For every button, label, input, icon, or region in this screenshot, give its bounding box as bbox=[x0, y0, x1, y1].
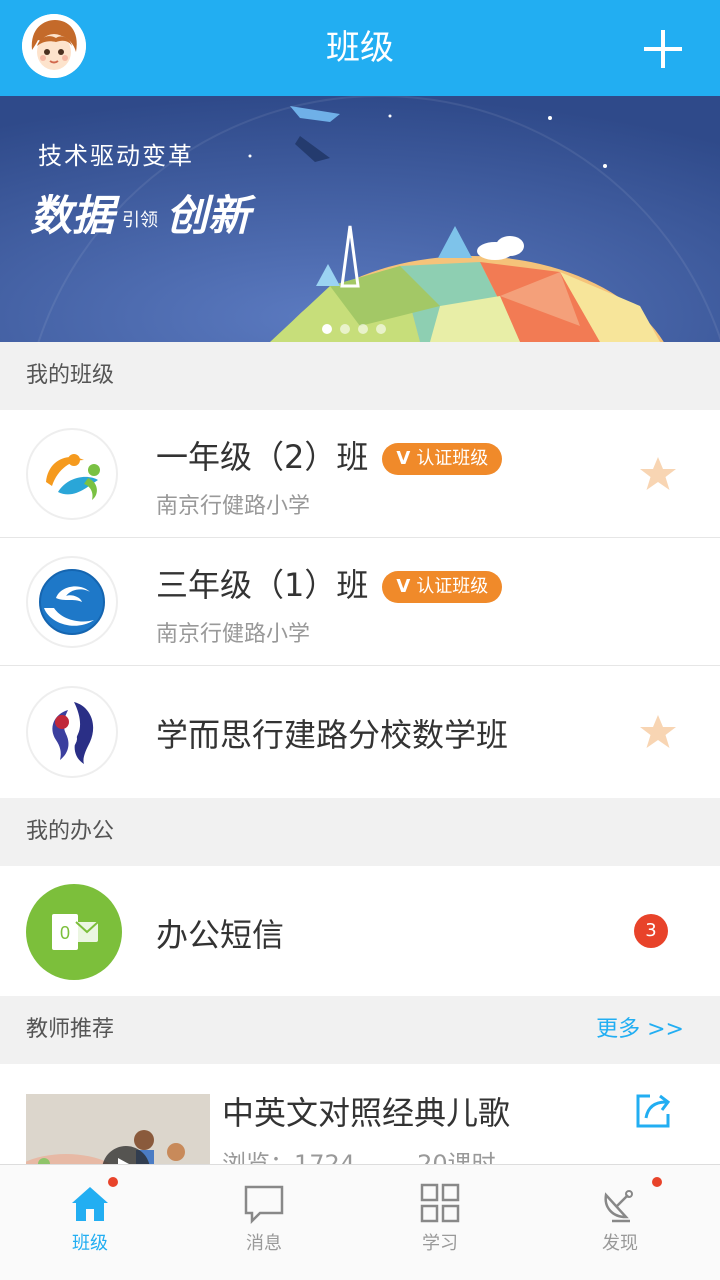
office-sms-icon: 0 bbox=[26, 884, 122, 980]
home-icon bbox=[72, 1187, 108, 1221]
verified-badge: V 认证班级 bbox=[382, 443, 503, 475]
recommend-item[interactable]: 中英文对照经典儿歌 浏览：1724 20课时 bbox=[0, 1064, 720, 1164]
unread-count-badge: 3 bbox=[634, 914, 668, 948]
class-title: 一年级（2）班 V 认证班级 bbox=[156, 432, 503, 478]
verified-badge-label: 认证班级 bbox=[416, 576, 489, 597]
satellite-icon bbox=[604, 1190, 633, 1223]
verified-badge-v: V bbox=[396, 576, 411, 597]
office-row[interactable]: 0 办公短信 3 bbox=[0, 866, 720, 996]
message-icon bbox=[244, 1185, 284, 1225]
banner-pagination bbox=[322, 324, 386, 334]
pagination-dot[interactable] bbox=[358, 324, 368, 334]
svg-text:0: 0 bbox=[60, 923, 70, 943]
verified-badge-v: V bbox=[396, 448, 411, 469]
course-title: 中英文对照经典儿歌 bbox=[222, 1094, 511, 1132]
school-name: 南京行健路小学 bbox=[156, 494, 311, 519]
bottom-tab-bar: 班级 消息 学习 发现 bbox=[0, 1164, 720, 1280]
course-thumbnail bbox=[26, 1094, 210, 1164]
pagination-dot[interactable] bbox=[322, 324, 332, 334]
tab-label: 发现 bbox=[602, 1233, 638, 1254]
pagination-dot[interactable] bbox=[376, 324, 386, 334]
class-name: 三年级（1）班 bbox=[156, 566, 369, 604]
banner-headline: 数据 引领 创新 bbox=[30, 182, 250, 243]
verified-badge-label: 认证班级 bbox=[416, 448, 489, 469]
section-header-my-office: 我的办公 bbox=[0, 798, 720, 866]
tab-classes[interactable]: 班级 bbox=[0, 1165, 180, 1280]
banner-headline-small: 引领 bbox=[122, 210, 159, 231]
view-count: 浏览：1724 bbox=[222, 1150, 356, 1164]
tab-label: 班级 bbox=[72, 1233, 108, 1254]
school-name: 南京行健路小学 bbox=[156, 622, 311, 647]
office-item-title: 办公短信 bbox=[156, 916, 285, 954]
section-title: 我的办公 bbox=[26, 819, 115, 844]
tab-discover[interactable]: 发现 bbox=[530, 1165, 710, 1280]
lesson-count: 20课时 bbox=[417, 1150, 496, 1164]
tab-notification-dot bbox=[108, 1177, 118, 1187]
class-name: 学而思行建路分校数学班 bbox=[156, 716, 509, 754]
share-icon[interactable] bbox=[632, 1090, 674, 1132]
section-title: 我的班级 bbox=[26, 363, 115, 388]
tab-learning[interactable]: 学习 bbox=[350, 1165, 530, 1280]
class-logo bbox=[26, 428, 118, 520]
tab-notification-dot bbox=[652, 1177, 662, 1187]
class-row[interactable]: 一年级（2）班 V 认证班级 南京行健路小学 bbox=[0, 410, 720, 538]
tab-label: 学习 bbox=[422, 1233, 458, 1254]
tab-messages[interactable]: 消息 bbox=[174, 1165, 354, 1280]
banner-headline-part1: 数据 bbox=[30, 191, 115, 240]
banner-slogan: 技术驱动变革 bbox=[38, 142, 194, 170]
class-logo bbox=[26, 686, 118, 778]
verified-badge: V 认证班级 bbox=[382, 571, 503, 603]
page-title: 班级 bbox=[326, 28, 394, 68]
section-header-my-classes: 我的班级 bbox=[0, 342, 720, 410]
promo-banner[interactable]: 技术驱动变革 数据 引领 创新 bbox=[0, 96, 720, 342]
top-bar: 班级 bbox=[0, 0, 720, 96]
course-meta: 浏览：1724 20课时 bbox=[222, 1144, 496, 1164]
section-header-teacher-recommend: 教师推荐 更多 >> bbox=[0, 996, 720, 1064]
star-icon[interactable] bbox=[638, 454, 678, 494]
plus-icon[interactable] bbox=[644, 30, 682, 68]
banner-headline-part2: 创新 bbox=[166, 191, 251, 240]
section-title: 教师推荐 bbox=[26, 1017, 115, 1042]
class-logo bbox=[26, 556, 118, 648]
class-row[interactable]: 学而思行建路分校数学班 bbox=[0, 666, 720, 798]
tab-label: 消息 bbox=[246, 1233, 282, 1254]
pagination-dot[interactable] bbox=[340, 324, 350, 334]
more-link[interactable]: 更多 >> bbox=[596, 996, 684, 1064]
class-title: 三年级（1）班 V 认证班级 bbox=[156, 560, 503, 606]
star-icon[interactable] bbox=[638, 712, 678, 752]
grid-icon bbox=[420, 1183, 460, 1223]
class-row[interactable]: 三年级（1）班 V 认证班级 南京行健路小学 bbox=[0, 538, 720, 666]
class-name: 一年级（2）班 bbox=[156, 438, 369, 476]
